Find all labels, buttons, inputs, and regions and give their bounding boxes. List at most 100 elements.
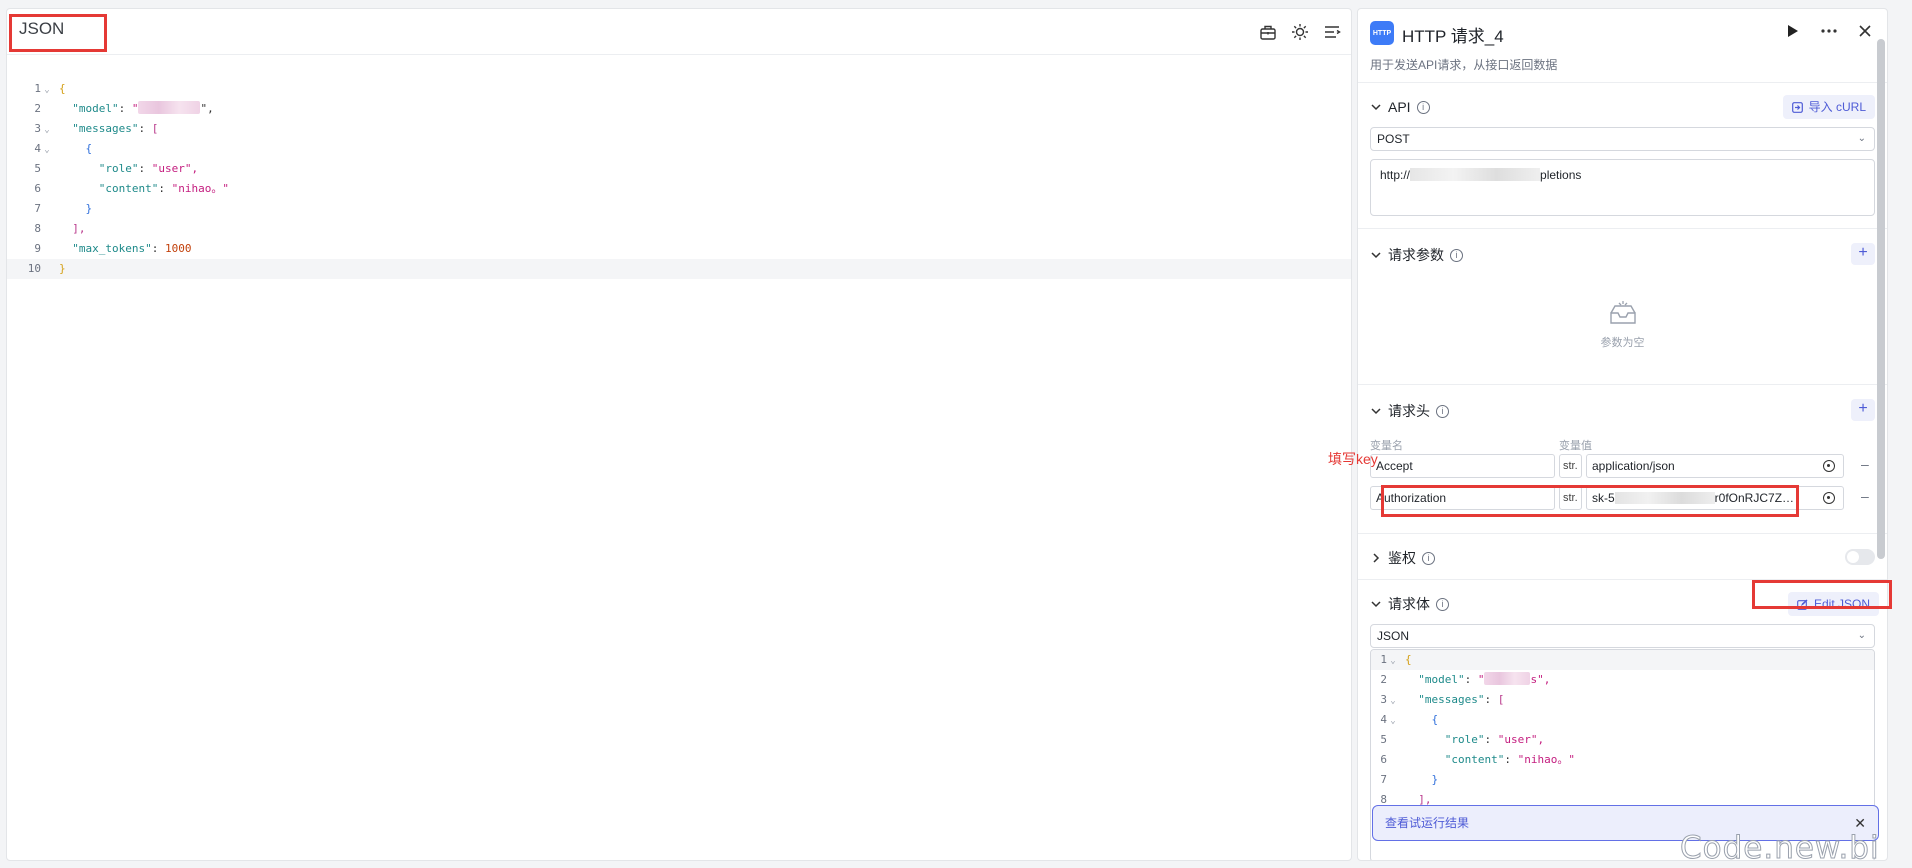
edit-json-label: Edit JSON — [1813, 597, 1870, 611]
info-icon[interactable]: i — [1416, 100, 1430, 114]
info-icon[interactable]: i — [1436, 597, 1449, 611]
more-options-icon[interactable] — [1819, 21, 1839, 41]
info-icon[interactable]: i — [1422, 551, 1435, 565]
chevron-down-icon[interactable] — [1370, 598, 1382, 610]
http-node-icon: HTTP — [1370, 21, 1394, 45]
json-key: "model" — [72, 102, 119, 115]
method-select[interactable]: POST ⌄ — [1370, 127, 1875, 151]
variable-picker-icon[interactable] — [1823, 492, 1835, 504]
close-icon[interactable] — [1855, 21, 1875, 41]
method-value: POST — [1377, 132, 1410, 146]
code-line: 4 ⌄ { — [7, 139, 1351, 159]
header-name-input[interactable]: Accept — [1370, 454, 1555, 478]
code-line: 9 "max_tokens": 1000 — [7, 239, 1351, 259]
format-lines-icon[interactable] — [1323, 23, 1341, 41]
json-key: "role" — [98, 162, 139, 175]
line-number: 5 — [34, 162, 41, 175]
headers-title-label: 请求头 — [1388, 403, 1430, 419]
line-number: 5 — [1380, 733, 1387, 746]
params-section: 请求参数 i + 参数为空 — [1358, 229, 1887, 385]
header-value-input[interactable]: application/json — [1586, 454, 1844, 478]
line-number: 9 — [34, 242, 41, 255]
chevron-down-icon[interactable] — [1370, 249, 1382, 261]
json-string: "nihao。" — [1517, 753, 1575, 766]
json-bracket: { — [85, 142, 93, 155]
panel-scrollbar[interactable] — [1877, 39, 1885, 559]
json-bracket: } — [85, 202, 93, 215]
add-header-button[interactable]: + — [1851, 399, 1875, 421]
import-curl-button[interactable]: 导入 cURL — [1782, 95, 1875, 119]
api-section-title[interactable]: API i — [1370, 99, 1430, 115]
watermark-text: Code.new.bi — [1680, 830, 1880, 867]
add-param-button[interactable]: + — [1851, 243, 1875, 265]
auth-section-title[interactable]: 鉴权 i — [1370, 548, 1435, 568]
line-number: 1 — [34, 82, 41, 95]
auth-toggle[interactable] — [1845, 549, 1875, 565]
edit-json-button[interactable]: Edit JSON — [1787, 592, 1879, 616]
code-line: 5 "role": "user", — [1371, 730, 1874, 750]
url-input[interactable]: http:// pletions — [1370, 159, 1875, 216]
params-section-title[interactable]: 请求参数 i — [1370, 245, 1463, 265]
fold-chevron-icon[interactable]: ⌄ — [1387, 711, 1399, 731]
node-header: HTTP HTTP 请求_4 用于发送API请求，从接口返回数据 — [1358, 9, 1887, 83]
code-line: 3 ⌄ "messages": [ — [7, 119, 1351, 139]
headers-section-title[interactable]: 请求头 i — [1370, 401, 1449, 421]
remove-header-icon[interactable]: – — [1861, 488, 1869, 504]
header-value-input[interactable]: sk-5 r0fOnRJC7Z… — [1586, 486, 1844, 510]
info-icon[interactable]: i — [1450, 248, 1463, 262]
run-play-icon[interactable] — [1783, 21, 1803, 41]
fill-key-annotation: 填写key — [1328, 451, 1378, 467]
params-title-label: 请求参数 — [1388, 247, 1444, 263]
chevron-right-icon[interactable] — [1370, 552, 1382, 564]
api-section: API i 导入 cURL POST ⌄ http:// pletions — [1358, 83, 1887, 229]
toolbox-icon[interactable] — [1259, 23, 1277, 41]
code-line: 1 ⌄{ — [1371, 650, 1874, 670]
json-key: "messages" — [72, 122, 139, 135]
code-line: 7 } — [7, 199, 1351, 219]
remove-header-icon[interactable]: – — [1861, 456, 1869, 472]
json-string: "user", — [151, 162, 199, 175]
body-format-select[interactable]: JSON ⌄ — [1370, 624, 1875, 648]
headers-section: 请求头 i + 变量名 变量值 Accept str. application/… — [1358, 385, 1887, 534]
variable-picker-icon[interactable] — [1823, 460, 1835, 472]
node-description: 用于发送API请求，从接口返回数据 — [1370, 58, 1558, 72]
json-bracket: } — [59, 262, 66, 275]
chevron-down-icon[interactable] — [1370, 101, 1382, 113]
fold-chevron-icon[interactable]: ⌄ — [1387, 691, 1399, 711]
fold-chevron-icon[interactable]: ⌄ — [41, 80, 53, 100]
auth-value-prefix: sk-5 — [1592, 491, 1615, 505]
fold-chevron-icon[interactable]: ⌄ — [41, 120, 53, 140]
json-key: "model" — [1418, 673, 1465, 686]
header-type-tag[interactable]: str. — [1559, 454, 1582, 478]
line-number: 7 — [34, 202, 41, 215]
fold-chevron-icon[interactable]: ⌄ — [1387, 651, 1399, 671]
json-number: 1000 — [164, 242, 192, 255]
body-section-title[interactable]: 请求体 i — [1370, 594, 1449, 614]
auth-title-label: 鉴权 — [1388, 550, 1416, 566]
json-string: " — [1477, 673, 1485, 686]
header-type-tag[interactable]: str. — [1559, 486, 1582, 510]
http-node-panel: HTTP HTTP 请求_4 用于发送API请求，从接口返回数据 API i 导… — [1357, 8, 1888, 861]
chevron-down-icon: ⌄ — [1857, 133, 1866, 144]
line-number: 6 — [1380, 753, 1387, 766]
fold-chevron-icon[interactable]: ⌄ — [41, 140, 53, 160]
theme-sun-icon[interactable] — [1291, 23, 1309, 41]
line-number: 2 — [1380, 673, 1387, 686]
line-number: 3 — [1380, 693, 1387, 706]
json-editor-panel: JSON 1 ⌄{ 2 "model": " ", 3 ⌄ "messages": [… — [6, 8, 1352, 861]
code-line: 6 "content": "nihao。" — [7, 179, 1351, 199]
line-number: 3 — [34, 122, 41, 135]
json-key: "max_tokens" — [72, 242, 152, 255]
json-code-area[interactable]: 1 ⌄{ 2 "model": " ", 3 ⌄ "messages": [ 4 ⌄ {… — [7, 79, 1351, 279]
json-punct: ", — [200, 102, 214, 115]
header-name-input[interactable]: Authorization — [1370, 486, 1555, 510]
code-line: 5 "role": "user", — [7, 159, 1351, 179]
code-line: 2 "model": " ", — [7, 99, 1351, 119]
line-number: 1 — [1380, 653, 1387, 666]
chevron-down-icon[interactable] — [1370, 405, 1382, 417]
node-title[interactable]: HTTP 请求_4 — [1402, 22, 1504, 47]
info-icon[interactable]: i — [1436, 404, 1449, 418]
line-number: 2 — [34, 102, 41, 115]
code-line: 4 ⌄ { — [1371, 710, 1874, 730]
header-value-column-label: 变量值 — [1559, 440, 1592, 452]
